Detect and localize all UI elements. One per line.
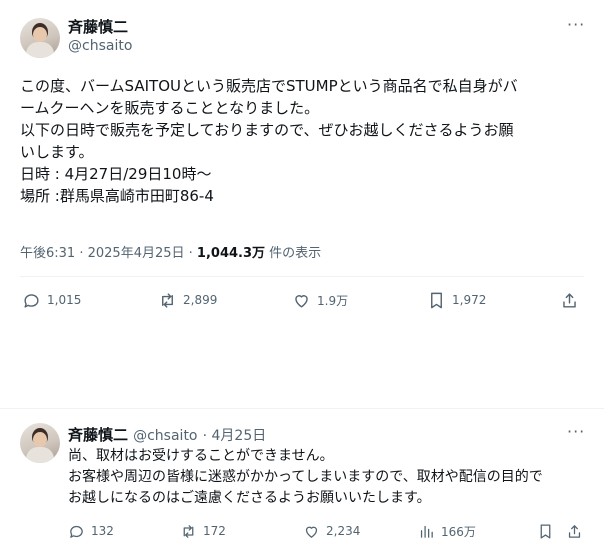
author-handle[interactable]: @chsaito bbox=[68, 38, 132, 54]
like-count: 1.9万 bbox=[317, 293, 349, 308]
post-line: 日時 : 4月27日/29日10時〜 bbox=[20, 165, 212, 183]
post-time[interactable]: 午後6:31 bbox=[20, 246, 75, 261]
share-icon bbox=[563, 292, 576, 308]
like-button[interactable]: 1.9万 bbox=[292, 288, 348, 312]
reply-line: 尚、取材はお受けすることができません。 bbox=[68, 448, 334, 464]
reply-date[interactable]: 4月25日 bbox=[212, 428, 267, 444]
reply-views-button[interactable]: 166万 bbox=[418, 519, 476, 543]
reply-text: 尚、取材はお受けすることができません。 お客様や周辺の皆様に迷惑がかかってしまい… bbox=[68, 446, 543, 509]
repost-icon bbox=[183, 524, 194, 538]
more-icon[interactable]: ··· bbox=[567, 15, 585, 34]
post-line: 場所 :群馬県高崎市田町86-4 bbox=[20, 187, 214, 205]
post-line: いします。 bbox=[20, 143, 94, 161]
reply-line: お客様や周辺の皆様に迷惑がかかってしまいますので、取材や配信の目的で bbox=[68, 469, 543, 485]
share-button[interactable] bbox=[560, 288, 579, 312]
reply-author-avatar[interactable] bbox=[20, 423, 60, 463]
reply-button[interactable]: 1,015 bbox=[22, 288, 81, 312]
post-text: この度、バームSAITOUという販売店でSTUMPという商品名で私自身がバ ーム… bbox=[20, 75, 518, 207]
more-icon[interactable]: ··· bbox=[567, 422, 585, 441]
bookmark-count: 1,972 bbox=[452, 293, 487, 307]
reply-icon bbox=[70, 525, 83, 538]
reply-icon bbox=[24, 293, 39, 308]
post-line: ームクーヘンを販売することとなりました。 bbox=[20, 99, 320, 117]
like-icon bbox=[295, 294, 308, 308]
post-line: 以下の日時で販売を予定しておりますので、ぜひお越しくださるようお願 bbox=[20, 121, 514, 139]
reply-reply-count: 132 bbox=[91, 524, 114, 538]
divider bbox=[0, 408, 604, 409]
reply-header: 斉藤慎二 @chsaito · 4月25日 bbox=[68, 426, 267, 444]
share-icon bbox=[568, 524, 581, 538]
reply-author-name[interactable]: 斉藤慎二 bbox=[68, 426, 128, 444]
reply-bookmark-button[interactable] bbox=[537, 519, 554, 543]
repost-icon bbox=[162, 292, 173, 308]
view-label: 件の表示 bbox=[269, 246, 322, 261]
reply-view-count: 166万 bbox=[441, 524, 476, 539]
reply-like-button[interactable]: 2,234 bbox=[303, 519, 360, 543]
view-count: 1,044.3万 bbox=[196, 246, 266, 261]
author-avatar[interactable] bbox=[20, 18, 60, 58]
author-name[interactable]: 斉藤慎二 bbox=[68, 16, 128, 37]
repost-count: 2,899 bbox=[183, 293, 218, 307]
post-date[interactable]: 2025年4月25日 bbox=[88, 246, 185, 261]
reply-like-count: 2,234 bbox=[326, 524, 361, 538]
reply-line: お越しになるのはご遠慮くださるようお願いいたします。 bbox=[68, 490, 431, 506]
reply-count: 1,015 bbox=[47, 293, 82, 307]
reply-share-button[interactable] bbox=[566, 519, 583, 543]
post-meta: 午後6:31 · 2025年4月25日 · 1,044.3万 件の表示 bbox=[20, 246, 322, 261]
repost-button[interactable]: 2,899 bbox=[158, 288, 217, 312]
bookmark-icon bbox=[540, 523, 551, 539]
bookmark-icon bbox=[431, 292, 442, 308]
bookmark-button[interactable]: 1,972 bbox=[427, 288, 486, 312]
reply-reply-button[interactable]: 132 bbox=[68, 519, 114, 543]
divider bbox=[20, 276, 584, 277]
post-line: この度、バームSAITOUという販売店でSTUMPという商品名で私自身がバ bbox=[20, 77, 518, 95]
like-icon bbox=[305, 526, 318, 538]
reply-author-handle[interactable]: @chsaito bbox=[133, 428, 197, 444]
views-icon bbox=[420, 525, 433, 538]
reply-repost-button[interactable]: 172 bbox=[180, 519, 226, 543]
reply-repost-count: 172 bbox=[203, 524, 226, 538]
